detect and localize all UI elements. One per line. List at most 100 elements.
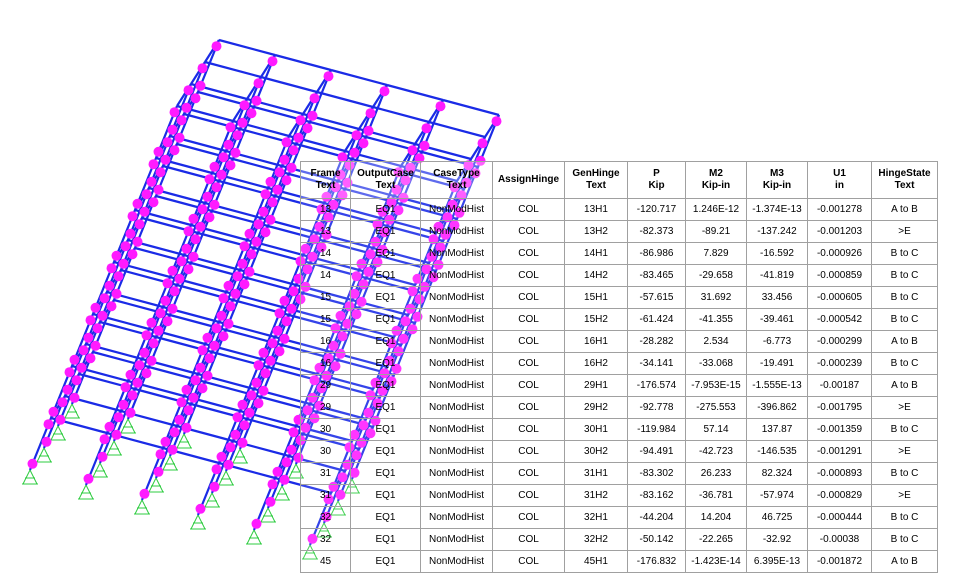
hinge-marker[interactable] (181, 384, 192, 395)
hinge-marker[interactable] (258, 347, 269, 358)
table-row[interactable]: 14 EQ1 NonModHist COL 14H1 -86.986 7.829 -16.59… (300, 242, 938, 265)
hinge-marker[interactable] (246, 108, 257, 119)
hinge-marker[interactable] (232, 412, 243, 423)
hinge-marker[interactable] (244, 407, 255, 418)
hinge-marker[interactable] (141, 330, 152, 341)
hinge-marker[interactable] (90, 302, 101, 313)
hinge-marker[interactable] (104, 421, 115, 432)
hinge-marker[interactable] (69, 354, 80, 365)
hinge-marker[interactable] (204, 353, 215, 364)
hinge-marker[interactable] (183, 226, 194, 237)
hinge-marker[interactable] (237, 117, 248, 128)
hinge-marker[interactable] (251, 377, 262, 388)
hinge-marker[interactable] (407, 145, 418, 156)
hinge-marker[interactable] (435, 101, 446, 112)
hinge-marker[interactable] (127, 390, 138, 401)
hinge-marker[interactable] (125, 369, 136, 380)
hinge-marker[interactable] (85, 315, 96, 326)
hinge-marker[interactable] (92, 323, 103, 334)
hinge-marker[interactable] (167, 265, 178, 276)
hinge-marker[interactable] (55, 414, 66, 425)
hinge-marker[interactable] (195, 362, 206, 373)
hinge-marker[interactable] (253, 78, 264, 89)
hinge-marker[interactable] (307, 110, 318, 121)
hinge-marker[interactable] (176, 256, 187, 267)
hinge-marker[interactable] (141, 189, 152, 200)
hinge-marker[interactable] (323, 71, 334, 82)
frame-beam[interactable] (330, 68, 388, 87)
table-row[interactable]: 15 EQ1 NonModHist COL 15H1 -57.615 31.692 33.45… (300, 286, 938, 309)
hinge-marker[interactable] (223, 318, 234, 329)
hinge-marker[interactable] (99, 293, 110, 304)
hinge-marker[interactable] (134, 219, 145, 230)
hinge-marker[interactable] (216, 310, 227, 321)
hinge-marker[interactable] (239, 279, 250, 290)
hinge-marker[interactable] (202, 370, 213, 381)
hinge-marker[interactable] (99, 434, 110, 445)
table-row[interactable]: 31 EQ1 NonModHist COL 31H2 -83.162 -36.781 -57.… (300, 484, 938, 507)
hinge-marker[interactable] (293, 132, 304, 143)
hinge-marker[interactable] (188, 392, 199, 403)
hinge-marker[interactable] (223, 280, 234, 291)
hinge-marker[interactable] (223, 459, 234, 470)
hinge-marker[interactable] (118, 258, 129, 269)
hinge-marker[interactable] (27, 458, 38, 469)
hinge-marker[interactable] (286, 162, 297, 173)
hinge-marker[interactable] (260, 189, 271, 200)
hinge-marker[interactable] (97, 451, 108, 462)
col-case-type-header[interactable]: CaseType Text (420, 161, 493, 199)
hinge-marker[interactable] (176, 397, 187, 408)
hinge-marker[interactable] (176, 115, 187, 126)
table-row[interactable]: 13 EQ1 NonModHist COL 13H2 -82.373 -89.21 -137.… (300, 220, 938, 243)
hinge-marker[interactable] (62, 384, 73, 395)
hinge-marker[interactable] (225, 122, 236, 133)
hinge-marker[interactable] (216, 451, 227, 462)
hinge-marker[interactable] (265, 355, 276, 366)
hinge-marker[interactable] (211, 182, 222, 193)
table-row[interactable]: 16 EQ1 NonModHist COL 16H1 -28.282 2.534 -6.773… (300, 330, 938, 353)
hinge-marker[interactable] (279, 474, 290, 485)
hinge-marker[interactable] (197, 63, 208, 74)
hinge-marker[interactable] (209, 340, 220, 351)
hinge-marker[interactable] (218, 293, 229, 304)
hinge-marker[interactable] (197, 383, 208, 394)
col-output-case-header[interactable]: OutputCase Text (350, 161, 421, 199)
hinge-marker[interactable] (148, 159, 159, 170)
hinge-marker[interactable] (106, 263, 117, 274)
table-row[interactable]: 13 EQ1 NonModHist COL 13H1 -120.717 1.246E-12-… (300, 198, 938, 221)
hinge-marker[interactable] (153, 466, 164, 477)
frame-beam[interactable] (274, 53, 332, 72)
hinge-marker[interactable] (237, 399, 248, 410)
hinge-marker[interactable] (188, 213, 199, 224)
hinge-marker[interactable] (491, 116, 502, 127)
hinge-marker[interactable] (48, 406, 59, 417)
hinge-marker[interactable] (97, 310, 108, 321)
hinge-marker[interactable] (190, 93, 201, 104)
hinge-marker[interactable] (76, 362, 87, 373)
hinge-marker[interactable] (267, 197, 278, 208)
hinge-marker[interactable] (272, 466, 283, 477)
hinge-marker[interactable] (174, 414, 185, 425)
hinge-marker[interactable] (260, 227, 271, 238)
hinge-marker[interactable] (279, 154, 290, 165)
hinge-marker[interactable] (174, 132, 185, 143)
hinge-marker[interactable] (246, 390, 257, 401)
hinge-marker[interactable] (181, 102, 192, 113)
hinge-marker[interactable] (288, 286, 299, 297)
hinge-marker[interactable] (288, 427, 299, 438)
hinge-marker[interactable] (155, 449, 166, 460)
hinge-marker[interactable] (211, 41, 222, 52)
hinge-marker[interactable] (209, 161, 220, 172)
col-hinge-state-header[interactable]: HingeState Text (871, 161, 938, 199)
hinge-marker[interactable] (146, 176, 157, 187)
frame-beam[interactable] (372, 105, 430, 124)
hinge-marker[interactable] (113, 412, 124, 423)
hinge-marker[interactable] (162, 316, 173, 327)
hinge-marker[interactable] (251, 95, 262, 106)
hinge-marker[interactable] (286, 303, 297, 314)
hinge-marker[interactable] (148, 197, 159, 208)
hinge-marker[interactable] (118, 399, 129, 410)
hinge-marker[interactable] (139, 206, 150, 217)
hinge-marker[interactable] (209, 481, 220, 492)
table-row[interactable]: 29 EQ1 NonModHist COL 29H1 -176.574 -7.953E-15… (300, 374, 938, 397)
